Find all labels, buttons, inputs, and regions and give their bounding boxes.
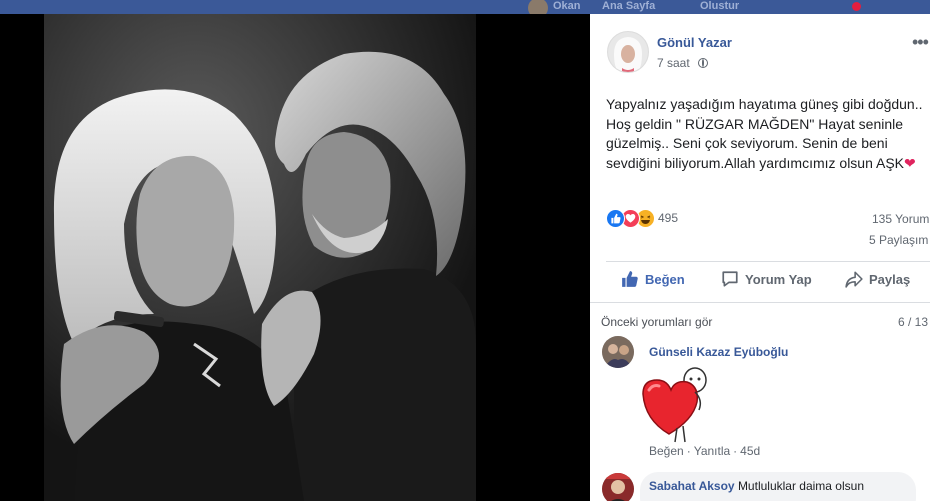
photo-viewer[interactable]: [0, 14, 590, 501]
comment-button[interactable]: Yorum Yap: [721, 267, 812, 293]
comment-like-link[interactable]: Beğen: [649, 444, 684, 458]
nav-home-link[interactable]: Ana Sayfa: [602, 0, 662, 12]
comment-time[interactable]: 45d: [740, 444, 760, 458]
like-reaction-icon: [606, 209, 625, 228]
post-meta: 7 saat: [657, 56, 709, 70]
commenter-name[interactable]: Sabahat Aksoy: [649, 479, 735, 493]
commenter-avatar[interactable]: [602, 336, 634, 368]
post-text-line: sevdiğini biliyorum.Allah yardımcımız ol…: [606, 154, 928, 174]
comment-text: Mutluluklar daima olsun: [737, 479, 864, 493]
comment-actions: Beğen · Yanıtla · 45d: [649, 444, 761, 458]
post-text-line-content: sevdiğini biliyorum.Allah yardımcımız ol…: [606, 154, 905, 171]
author-avatar[interactable]: [607, 31, 649, 73]
globe-icon: [698, 58, 709, 68]
post-photo[interactable]: [44, 14, 476, 501]
commenter-avatar[interactable]: [602, 473, 634, 501]
comment-paging: 6 / 13: [898, 315, 929, 329]
heart-emoji: ❤: [904, 154, 916, 171]
post-time[interactable]: 7 saat: [657, 56, 690, 70]
reactions-count[interactable]: 495: [658, 211, 678, 225]
previous-comments-link[interactable]: Önceki yorumları gör: [601, 315, 712, 329]
share-button[interactable]: Paylaş: [845, 267, 910, 293]
divider: [590, 302, 930, 303]
profile-avatar[interactable]: [528, 0, 548, 14]
comment-body: Sabahat Aksoy Mutluluklar daima olsun: [649, 478, 909, 494]
divider: [606, 261, 930, 262]
shares-count[interactable]: 5 Paylaşım: [869, 233, 928, 247]
comment-reply-link[interactable]: Yanıtla: [694, 444, 730, 458]
post-panel: Gönül Yazar 7 saat ••• Yapyalnız yaşadığ…: [590, 14, 930, 501]
thumbs-up-icon: [622, 271, 638, 287]
nav-create-link[interactable]: Olustur: [700, 0, 758, 12]
comments-count[interactable]: 135 Yorum: [872, 212, 929, 226]
more-horizontal-icon[interactable]: •••: [912, 33, 929, 51]
like-button[interactable]: Beğen: [621, 267, 685, 293]
post-text-line: Yapyalnız yaşadığım hayatıma güneş gibi …: [606, 96, 923, 112]
commenter-name[interactable]: Günseli Kazaz Eyüboğlu: [649, 345, 788, 359]
post-text: Yapyalnız yaşadığım hayatıma güneş gibi …: [606, 95, 928, 173]
share-button-label: Paylaş: [869, 272, 911, 287]
comment-bubble: Sabahat Aksoy Mutluluklar daima olsun: [640, 472, 916, 501]
notification-badge[interactable]: [852, 2, 861, 11]
top-navigation-bar: Okan Ana Sayfa Olustur: [0, 0, 930, 14]
comment-bubble-icon: [722, 271, 738, 287]
post-author-name[interactable]: Gönül Yazar: [657, 35, 732, 50]
like-button-label: Beğen: [645, 272, 685, 287]
share-arrow-icon: [845, 271, 863, 288]
post-text-line: Hoş geldin " RÜZGAR MAĞDEN" Hayat seninl…: [606, 115, 904, 132]
comment-button-label: Yorum Yap: [745, 272, 812, 287]
nav-profile-link[interactable]: Okan: [553, 0, 593, 12]
post-text-line: güzelmiş.. Seni çok seviyorum. Senin de …: [606, 135, 888, 151]
heart-hug-sticker: [637, 362, 717, 444]
